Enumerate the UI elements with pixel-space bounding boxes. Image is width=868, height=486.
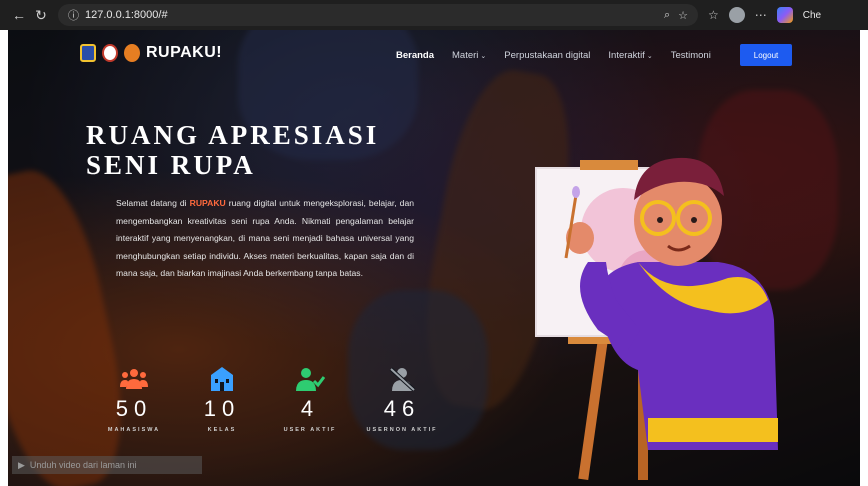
user-slash-icon — [354, 367, 450, 391]
profile-avatar[interactable] — [728, 7, 745, 23]
stat-mahasiswa: 50 MAHASISWA — [90, 367, 178, 433]
painter-illustration — [535, 157, 778, 481]
browser-toolbar: ← ↻ ⓘ 127.0.0.1:8000/# ⌕ ☆ ☆ ⋯ Che — [0, 0, 868, 30]
favorites-bar-icon[interactable]: ☆ — [708, 8, 719, 22]
url-text: 127.0.0.1:8000/# — [85, 9, 168, 21]
favorite-icon[interactable]: ☆ — [678, 9, 688, 22]
palette-logo-icon — [124, 44, 140, 62]
users-icon — [90, 367, 178, 391]
brand-name: RUPAKU! — [146, 44, 223, 61]
download-bar-label: Unduh video dari laman ini — [29, 460, 137, 470]
hero-section: RUPAKU! Beranda Materi ⌄ Perpustakaan dig… — [8, 30, 860, 486]
stats-row: 50 MAHASISWA 10 KELAS 4 USER AKTIF 46 US… — [90, 367, 450, 433]
logout-button[interactable]: Logout — [740, 44, 792, 66]
more-icon[interactable]: ⋯ — [755, 8, 767, 22]
video-download-bar[interactable]: ▶ Unduh video dari laman ini — [12, 456, 202, 474]
zoom-icon[interactable]: ⌕ — [664, 9, 670, 22]
nav-materi[interactable]: Materi ⌄ — [452, 50, 486, 61]
nav-interaktif[interactable]: Interaktif ⌄ — [608, 50, 652, 61]
site-logo[interactable]: RUPAKU! — [80, 44, 222, 62]
address-bar[interactable]: ⓘ 127.0.0.1:8000/# ⌕ ☆ — [58, 4, 698, 26]
stat-label: USER AKTIF — [283, 427, 337, 433]
main-nav: Beranda Materi ⌄ Perpustakaan digital Int… — [396, 50, 711, 61]
stat-value: 50 — [115, 396, 153, 421]
hero-description: Selamat datang di RUPAKU ruang digital u… — [116, 198, 415, 278]
chevron-down-icon: ⌄ — [480, 52, 487, 60]
page-title: RUANG APRESIASI SENI RUPA — [86, 120, 380, 180]
stat-value: 10 — [203, 396, 241, 421]
university-logo-icon — [80, 44, 96, 62]
back-icon[interactable]: ← — [8, 7, 30, 23]
emblem-logo-icon — [102, 44, 118, 62]
stat-label: USERNON AKTIF — [366, 427, 438, 433]
stat-value: 4 — [300, 396, 320, 421]
stat-label: MAHASISWA — [107, 427, 161, 433]
school-icon — [178, 367, 266, 391]
stat-user-nonaktif: 46 USERNON AKTIF — [354, 367, 450, 433]
reload-icon[interactable]: ↻ — [30, 7, 52, 24]
copilot-icon[interactable] — [776, 7, 793, 23]
nav-testimoni[interactable]: Testimoni — [671, 50, 711, 61]
play-icon: ▶ — [18, 459, 25, 470]
stat-label: KELAS — [207, 427, 237, 433]
stat-user-aktif: 4 USER AKTIF — [266, 367, 354, 433]
user-check-icon — [266, 367, 354, 391]
profile-name: Che — [802, 9, 822, 21]
info-icon[interactable]: ⓘ — [68, 7, 79, 23]
nav-beranda[interactable]: Beranda — [396, 50, 434, 61]
stat-kelas: 10 KELAS — [178, 367, 266, 433]
nav-perpustakaan-digital[interactable]: Perpustakaan digital — [504, 50, 590, 61]
stat-value: 46 — [383, 396, 421, 421]
chevron-down-icon: ⌄ — [646, 52, 653, 60]
